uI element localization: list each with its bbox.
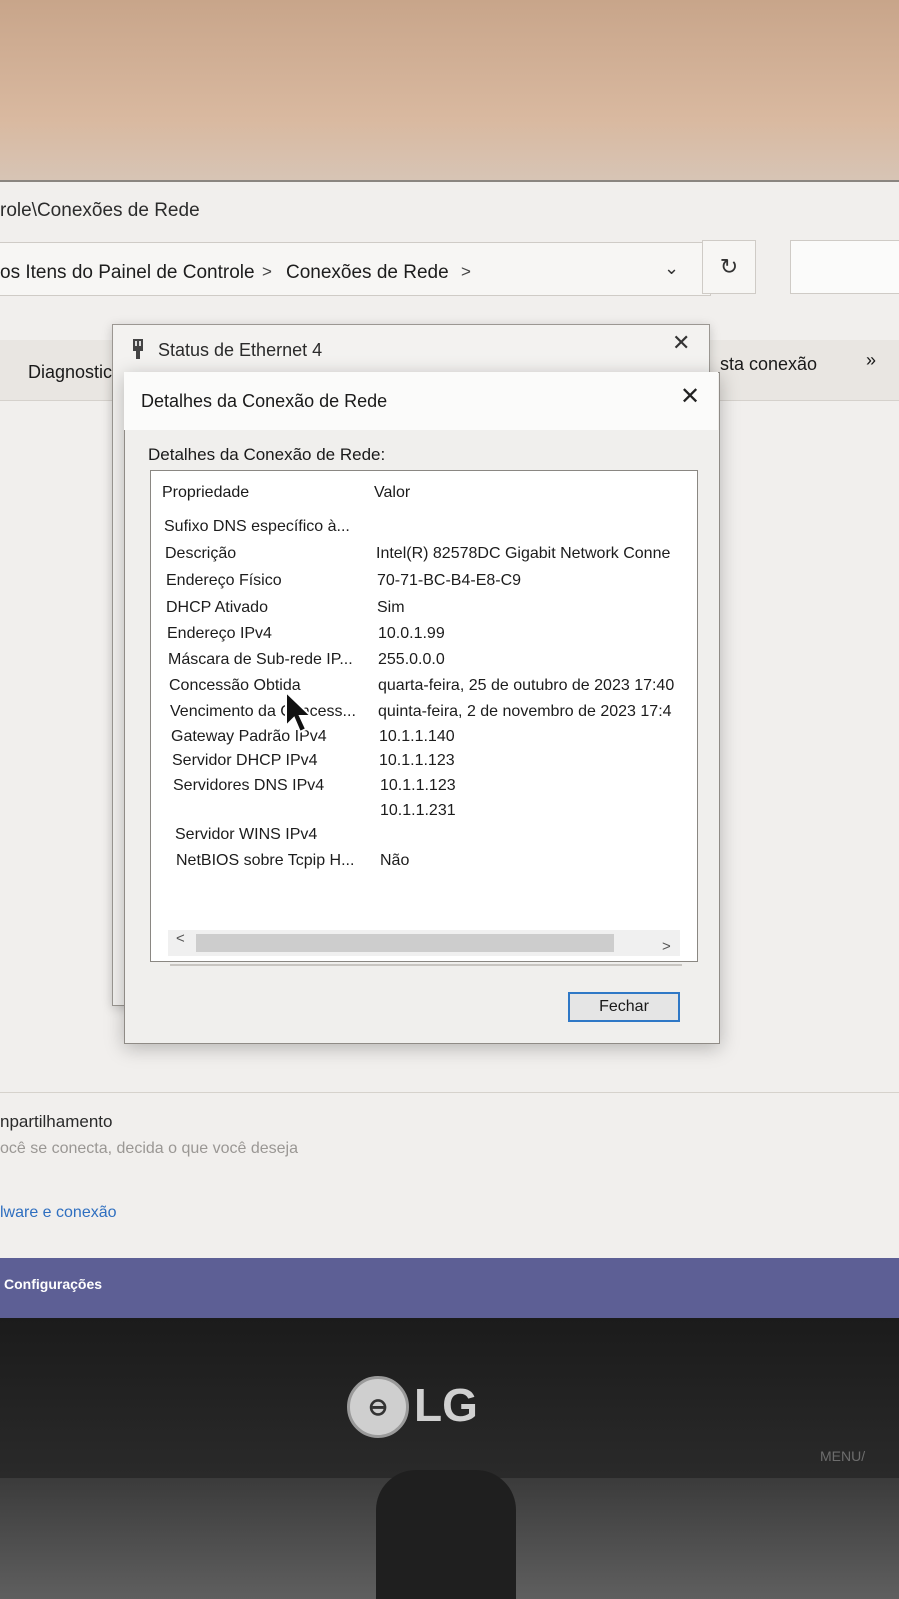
status-dialog-title: Status de Ethernet 4 bbox=[158, 340, 323, 360]
scrollbar-thumb[interactable] bbox=[196, 934, 614, 952]
list-item-property[interactable]: Descrição bbox=[165, 545, 236, 563]
column-header-value[interactable]: Valor bbox=[374, 484, 410, 502]
list-item-property[interactable]: Máscara de Sub-rede IP... bbox=[168, 651, 353, 669]
address-dropdown-icon[interactable]: ⌄ bbox=[664, 258, 679, 279]
divider bbox=[170, 964, 682, 966]
list-item-value[interactable]: quarta-feira, 25 de outubro de 2023 17:4… bbox=[378, 677, 674, 695]
divider bbox=[0, 1092, 899, 1093]
close-icon[interactable]: ✕ bbox=[680, 382, 700, 411]
list-item-property[interactable]: Endereço IPv4 bbox=[167, 625, 272, 643]
sharing-section-description: ocê se conecta, decida o que você deseja bbox=[0, 1140, 298, 1157]
breadcrumb-separator-icon[interactable]: > bbox=[262, 262, 272, 282]
list-item-property[interactable]: Concessão Obtida bbox=[169, 677, 301, 695]
refresh-button[interactable]: ↻ bbox=[702, 240, 756, 294]
list-item-property[interactable]: Vencimento da Concess... bbox=[170, 703, 356, 721]
close-icon[interactable]: ✕ bbox=[672, 330, 690, 356]
list-item-value[interactable]: 10.1.1.123 bbox=[380, 777, 456, 795]
details-group-label: Detalhes da Conexão de Rede: bbox=[148, 445, 386, 464]
taskbar-settings-label[interactable]: Configurações bbox=[4, 1276, 102, 1292]
list-item-value[interactable]: 10.1.1.140 bbox=[379, 728, 455, 746]
list-item-property[interactable]: Servidores DNS IPv4 bbox=[173, 777, 324, 795]
list-item-value[interactable]: 10.0.1.99 bbox=[378, 625, 445, 643]
scroll-left-icon[interactable]: < bbox=[176, 930, 185, 947]
background-wall bbox=[0, 0, 899, 200]
scroll-right-icon[interactable]: > bbox=[662, 938, 671, 955]
list-item-value[interactable]: Sim bbox=[377, 599, 405, 617]
list-item-property[interactable]: NetBIOS sobre Tcpip H... bbox=[176, 852, 354, 870]
list-item-value[interactable]: 10.1.1.231 bbox=[380, 802, 456, 820]
close-button[interactable]: Fechar bbox=[568, 992, 680, 1022]
details-dialog-title: Detalhes da Conexão de Rede bbox=[141, 391, 388, 411]
diagnose-command[interactable]: Diagnostic bbox=[28, 362, 112, 383]
refresh-icon: ↻ bbox=[719, 254, 739, 279]
list-item-property[interactable]: Sufixo DNS específico à... bbox=[164, 518, 350, 536]
monitor-stand-neck bbox=[376, 1470, 516, 1599]
list-item-value[interactable]: Não bbox=[380, 852, 409, 870]
list-item-property[interactable]: Servidor DHCP IPv4 bbox=[172, 752, 318, 770]
breadcrumb-network-connections[interactable]: Conexões de Rede bbox=[286, 262, 449, 284]
ethernet-plug-icon bbox=[130, 338, 146, 365]
more-commands-icon[interactable]: » bbox=[866, 350, 876, 371]
brand-logo-text: LG bbox=[414, 1379, 478, 1431]
list-item-value[interactable]: 10.1.1.123 bbox=[379, 752, 455, 770]
list-item-value[interactable]: 70-71-BC-B4-E8-C9 bbox=[377, 572, 521, 590]
list-item-property[interactable]: DHCP Ativado bbox=[166, 599, 268, 617]
breadcrumb-separator-icon[interactable]: > bbox=[461, 262, 471, 282]
column-header-property[interactable]: Propriedade bbox=[162, 484, 249, 502]
window-address-path: role\Conexões de Rede bbox=[0, 200, 200, 221]
hardware-connection-link[interactable]: lware e conexão bbox=[0, 1204, 117, 1222]
breadcrumb-control-panel-items[interactable]: os Itens do Painel de Controle bbox=[0, 262, 255, 284]
taskbar bbox=[0, 1258, 899, 1318]
connection-command[interactable]: sta conexão bbox=[720, 354, 817, 375]
mouse-cursor-icon bbox=[284, 689, 314, 741]
monitor-menu-label: MENU/ bbox=[820, 1448, 866, 1464]
sharing-section-title: npartilhamento bbox=[0, 1112, 113, 1131]
lg-mark: ⊖ bbox=[367, 1393, 389, 1421]
list-item-property[interactable]: Servidor WINS IPv4 bbox=[175, 826, 317, 844]
lg-logo-icon: ⊖ bbox=[347, 1376, 409, 1438]
list-item-value[interactable]: 255.0.0.0 bbox=[378, 651, 445, 669]
search-input[interactable] bbox=[790, 240, 899, 294]
list-item-value[interactable]: quinta-feira, 2 de novembro de 2023 17:4 bbox=[378, 703, 672, 721]
list-item-value[interactable]: Intel(R) 82578DC Gigabit Network Conne bbox=[376, 545, 670, 563]
list-item-property[interactable]: Endereço Físico bbox=[166, 572, 282, 590]
